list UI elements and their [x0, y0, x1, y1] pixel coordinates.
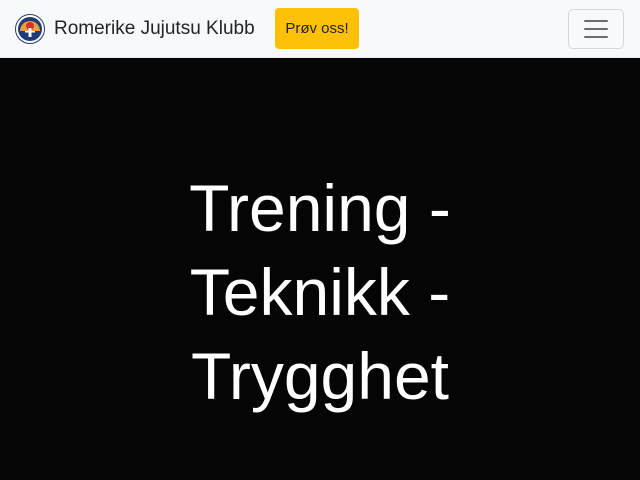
hero-line-1: Trening -	[189, 171, 451, 245]
menu-toggle-button[interactable]	[568, 9, 624, 49]
hero-line-3: Trygghet	[190, 339, 449, 413]
hero-line-2: Teknikk -	[189, 255, 451, 329]
try-us-button[interactable]: Prøv oss!	[275, 8, 359, 49]
hero-section: Trening - Teknikk - Trygghet	[0, 58, 640, 480]
club-logo-icon	[15, 14, 45, 44]
brand-link[interactable]: Romerike Jujutsu Klubb	[15, 12, 255, 46]
navbar: Romerike Jujutsu Klubb Prøv oss!	[0, 0, 640, 58]
hamburger-menu-icon	[584, 20, 608, 39]
brand-name: Romerike Jujutsu Klubb	[54, 18, 255, 39]
hero-title: Trening - Teknikk - Trygghet	[0, 166, 640, 418]
